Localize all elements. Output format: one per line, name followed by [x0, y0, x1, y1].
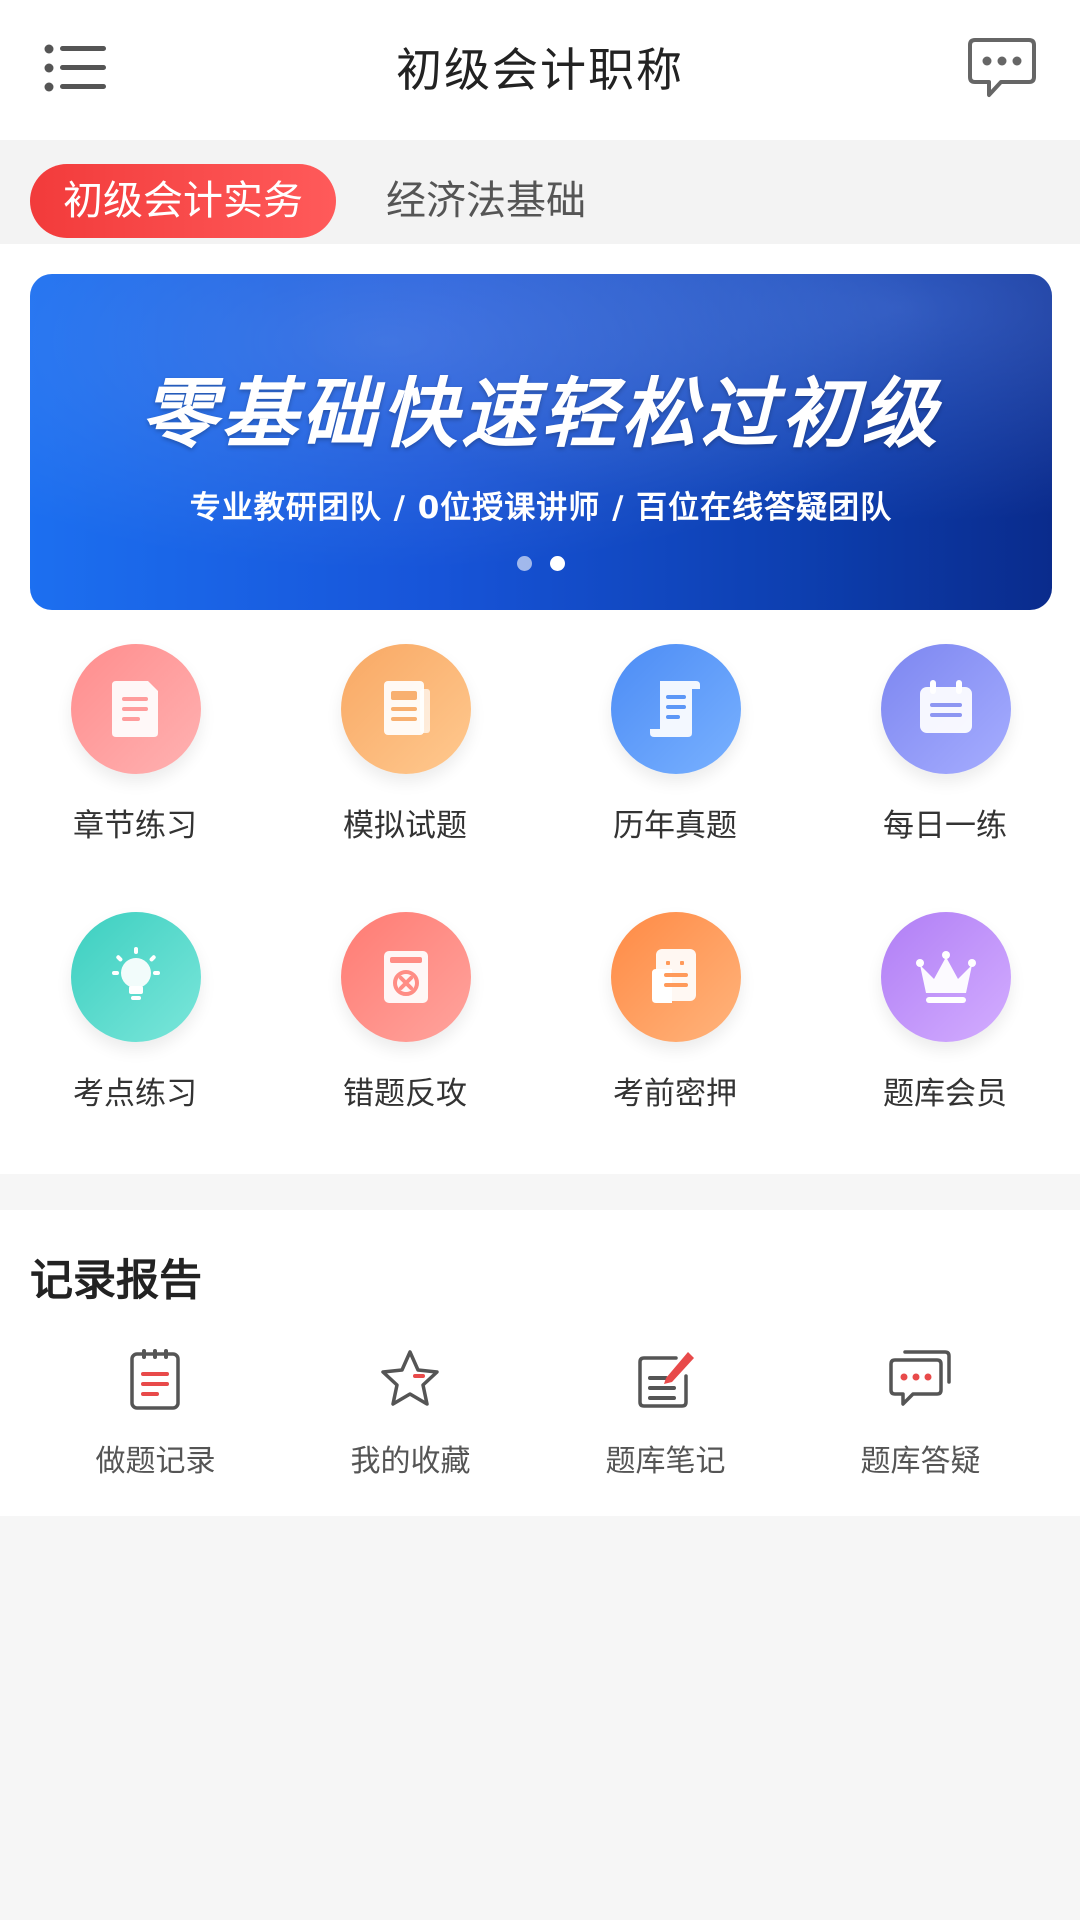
tab-accounting-practice[interactable]: 初级会计实务 — [30, 164, 336, 238]
lightbulb-icon — [112, 947, 160, 1000]
clipboard-icon — [130, 1349, 180, 1410]
grid-label: 模拟试题 — [343, 808, 467, 844]
scroll-icon — [650, 681, 700, 737]
note-icon — [652, 949, 696, 1003]
grid-item-chapter-practice[interactable]: 章节练习 — [0, 640, 270, 870]
star-icon — [381, 1350, 439, 1406]
banner-dot[interactable] — [517, 556, 532, 571]
grid-label: 考点练习 — [73, 1076, 197, 1112]
grid-label: 题库会员 — [883, 1076, 1007, 1112]
grid-item-mock-exam[interactable]: 模拟试题 — [270, 640, 540, 870]
top-app-bar: 初级会计职称 — [0, 0, 1080, 140]
banner-title: 零基础快速轻松过初级 — [141, 369, 941, 458]
edit-note-icon — [638, 1352, 694, 1408]
grid-label: 章节练习 — [73, 808, 197, 844]
grid-label: 考前密押 — [613, 1076, 737, 1112]
qa-bubble-icon — [889, 1350, 951, 1406]
page-title: 初级会计职称 — [396, 43, 684, 97]
record-label: 题库笔记 — [605, 1444, 726, 1479]
error-book-icon — [384, 951, 428, 1003]
grid-label: 历年真题 — [613, 808, 737, 844]
grid-item-pre-exam[interactable]: 考前密押 — [540, 908, 810, 1138]
record-item-favorites[interactable]: 我的收藏 — [283, 1336, 538, 1486]
subject-tabs: 初级会计实务 经济法基础 — [0, 140, 1080, 244]
record-item-notes[interactable]: 题库笔记 — [538, 1336, 793, 1486]
record-label: 题库答疑 — [860, 1444, 981, 1479]
grid-item-key-points[interactable]: 考点练习 — [0, 908, 270, 1138]
banner-subtitle: 专业教研团队 / 0位授课讲师 / 百位在线答疑团队 — [189, 490, 893, 526]
grid-item-wrong-questions[interactable]: 错题反攻 — [270, 908, 540, 1138]
grid-label: 错题反攻 — [343, 1076, 467, 1112]
grid-item-past-exams[interactable]: 历年真题 — [540, 640, 810, 870]
calendar-icon — [920, 680, 972, 733]
grid-label: 每日一练 — [883, 808, 1007, 844]
record-label: 我的收藏 — [350, 1444, 471, 1479]
promo-banner[interactable]: 零基础快速轻松过初级 专业教研团队 / 0位授课讲师 / 百位在线答疑团队 — [30, 274, 1052, 610]
record-label: 做题记录 — [95, 1444, 216, 1479]
grid-item-vip-member[interactable]: 题库会员 — [810, 908, 1080, 1138]
record-item-practice-history[interactable]: 做题记录 — [28, 1336, 283, 1486]
document-icon — [112, 681, 158, 737]
message-button[interactable] — [964, 34, 1040, 104]
record-item-qa[interactable]: 题库答疑 — [793, 1336, 1048, 1486]
grid-item-daily-practice[interactable]: 每日一练 — [810, 640, 1080, 870]
chat-bubble-icon — [968, 38, 1036, 97]
crown-icon — [916, 951, 976, 1003]
paper-icon — [384, 681, 430, 735]
banner-dot-active[interactable] — [550, 556, 565, 571]
banner-pagination — [30, 556, 1052, 571]
tab-economic-law[interactable]: 经济法基础 — [386, 164, 586, 238]
section-title: 记录报告 — [30, 1256, 202, 1306]
record-report-section: 记录报告 做题记录 我的收藏 题库笔记 题库答疑 — [0, 1210, 1080, 1516]
